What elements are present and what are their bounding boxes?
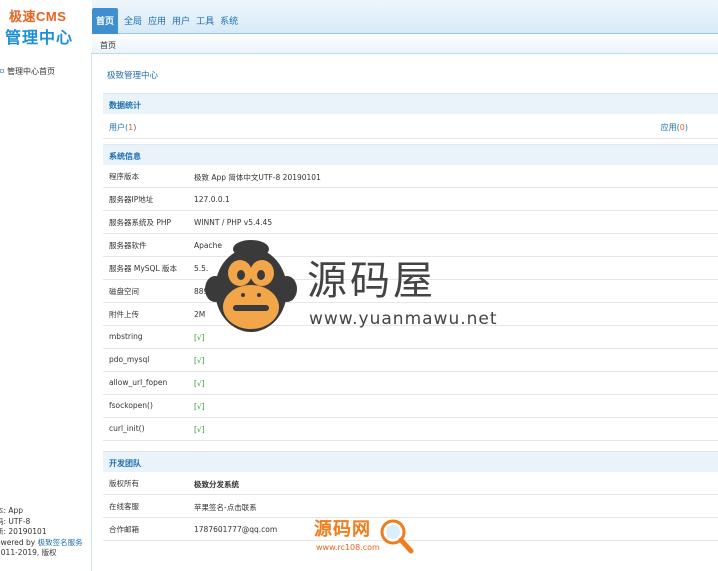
row-key: 服务器 MySQL 版本 (109, 264, 178, 273)
tab-tools[interactable]: 工具 (193, 8, 217, 34)
section-sysinfo: 系统信息 (103, 144, 718, 165)
updated-text: 新: 20190101 (0, 527, 47, 536)
apps-label: 应用 (660, 123, 677, 132)
section-title: 开发团队 (109, 459, 141, 468)
powered-link[interactable]: 极致签名服务 (38, 538, 83, 547)
section-team: 开发团队 (103, 451, 718, 472)
row-value: WINNT / PHP v5.4.45 (194, 218, 273, 227)
table-row: mbstring [√] (103, 326, 718, 349)
watermark-monkey-logo (205, 240, 297, 332)
sidebar: 管理中心首页 本: App 码: UTF-8 新: 20190101 owere… (0, 52, 92, 571)
row-key: 磁盘空间 (109, 287, 139, 296)
row-key: 附件上传 (109, 310, 139, 319)
copyright-text: 2011-2019, 版权 (0, 548, 57, 557)
row-value-ok: [√] (194, 333, 205, 342)
logo: 极速CMS 管理中心 (0, 0, 92, 52)
row-key: mbstring (109, 332, 143, 341)
tab-home[interactable]: 首页 (92, 8, 119, 34)
row-key: pdo_mysql (109, 355, 150, 364)
section-title: 数据统计 (109, 101, 141, 110)
logo-title: 极速CMS (9, 9, 67, 24)
table-row: 服务器IP地址 127.0.0.1 (103, 188, 718, 211)
page-title: 极致管理中心 (107, 71, 159, 81)
magnifier-icon (380, 519, 414, 554)
row-value-ok: [√] (194, 425, 205, 434)
tab-users[interactable]: 用户 (169, 8, 193, 34)
table-row: 服务器系统及 PHP WINNT / PHP v5.4.45 (103, 211, 718, 234)
row-key: curl_init() (109, 424, 145, 433)
table-row: allow_url_fopen [√] (103, 372, 718, 395)
row-value: 127.0.0.1 (194, 195, 230, 204)
table-row: 版权所有 极致分发系统 (103, 472, 718, 495)
watermark-title: 源码屋 (307, 258, 436, 304)
top-bar: 首页 全局 应用 用户 工具 系统 (92, 0, 718, 34)
version-text: 本: App (0, 506, 24, 515)
powered-prefix: owered by (0, 537, 36, 547)
sidebar-item-dashboard[interactable]: 管理中心首页 (0, 66, 55, 77)
email-value: 1787601777@qq.com (194, 525, 278, 534)
row-key: 服务器IP地址 (109, 195, 154, 204)
watermark-secondary: 源码网 www.rc108.com (314, 515, 414, 559)
table-row: curl_init() [√] (103, 418, 718, 441)
tab-global[interactable]: 全局 (121, 8, 145, 34)
watermark2-title: 源码网 (314, 519, 371, 540)
section-stats: 数据统计 (103, 93, 718, 114)
section-title: 系统信息 (109, 152, 141, 161)
row-value: 2M (194, 310, 206, 319)
row-key: 版权所有 (109, 479, 139, 488)
row-key: 程序版本 (109, 172, 139, 181)
tab-apps[interactable]: 应用 (145, 8, 169, 34)
watermark-url: www.yuanmawu.net (309, 309, 498, 329)
stats-row: 用户(1) 应用(0) (103, 115, 718, 139)
users-count: 1 (128, 123, 134, 132)
table-row: fsockopen() [√] (103, 395, 718, 418)
apps-count: 0 (679, 123, 685, 132)
row-key: 服务器软件 (109, 241, 147, 250)
support-link[interactable]: 苹果签名-点击联系 (194, 502, 257, 513)
bullet-icon (0, 69, 4, 73)
table-row: pdo_mysql [√] (103, 349, 718, 372)
watermark2-url: www.rc108.com (316, 543, 380, 552)
breadcrumb-bar: 首页 (92, 34, 718, 54)
logo-subtitle: 管理中心 (5, 30, 74, 47)
top-nav: 首页 全局 应用 用户 工具 系统 (92, 8, 241, 34)
sidebar-item-label: 管理中心首页 (7, 67, 55, 76)
tab-system[interactable]: 系统 (217, 8, 241, 34)
sidebar-version-info: 本: App 码: UTF-8 新: 20190101 owered by 极致… (0, 506, 96, 559)
row-value-ok: [√] (194, 356, 205, 365)
row-value-ok: [√] (194, 379, 205, 388)
row-key: 在线客服 (109, 502, 139, 511)
row-key: 服务器系统及 PHP (109, 218, 172, 227)
breadcrumb[interactable]: 首页 (100, 40, 116, 51)
row-key: 合作邮箱 (109, 525, 139, 534)
row-value-ok: [√] (194, 402, 205, 411)
row-value: 极致分发系统 (194, 480, 239, 489)
users-count-link[interactable]: 用户(1) (109, 122, 136, 133)
charset-text: 码: UTF-8 (0, 516, 31, 526)
apps-count-link[interactable]: 应用(0) (661, 122, 688, 133)
powered-by: owered by 极致签名服务 (0, 538, 96, 549)
row-key: allow_url_fopen (109, 378, 168, 387)
table-row: 程序版本 极致 App 简体中文UTF-8 20190101 (103, 165, 718, 188)
row-value: 极致 App 简体中文UTF-8 20190101 (194, 173, 321, 182)
users-label: 用户 (109, 123, 125, 132)
row-key: fsockopen() (109, 401, 153, 410)
